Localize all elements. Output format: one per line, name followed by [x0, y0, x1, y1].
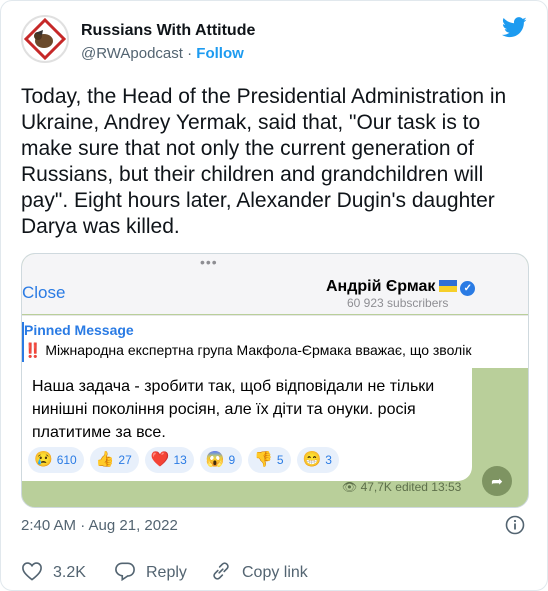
reply-button[interactable]: Reply — [114, 561, 187, 582]
edited-time: edited 13:53 — [395, 480, 462, 494]
close-button: Close — [22, 283, 66, 302]
share-arrow-icon: ➦ — [482, 466, 512, 496]
tweet-timestamp[interactable]: 2:40 AM · Aug 21, 2022 — [21, 517, 178, 534]
tweet-card: Russians With Attitude @RWApodcast · Fol… — [0, 0, 548, 591]
like-count: 3.2K — [53, 564, 86, 581]
ukraine-flag-icon — [439, 280, 458, 292]
telegram-header: ••• Close Андрій Єрмак ✓ 60 923 subscribe… — [22, 254, 528, 314]
message-meta: 👁 47,7K edited 13:53 — [342, 480, 461, 494]
drag-handle-icon: ••• — [200, 254, 218, 270]
channel-title: Андрій Єрмак ✓ — [326, 278, 476, 296]
pinned-message-bar: Pinned Message ‼️ Міжнародна експертна г… — [22, 315, 528, 368]
follow-button[interactable]: Follow — [196, 45, 244, 62]
pinned-text: ‼️ Міжнародна експертна група Макфола-Єр… — [24, 342, 472, 358]
pinned-title: Pinned Message — [24, 322, 134, 338]
eye-icon: 👁 — [342, 480, 358, 494]
author-handle-row: @RWApodcast · Follow — [81, 45, 244, 62]
verified-badge-icon: ✓ — [460, 281, 476, 296]
copy-link-button[interactable]: Copy link — [210, 561, 308, 582]
telegram-screenshot-media[interactable]: ••• Close Андрій Єрмак ✓ 60 923 subscribe… — [21, 253, 529, 508]
copy-link-label: Copy link — [242, 564, 308, 581]
info-icon[interactable] — [505, 515, 525, 540]
author-handle[interactable]: @RWApodcast — [81, 45, 183, 62]
handle-separator: · — [187, 45, 193, 62]
link-icon — [213, 562, 229, 580]
heart-icon — [22, 562, 42, 581]
view-count: 47,7K — [360, 480, 392, 494]
subscriber-count: 60 923 subscribers — [347, 296, 449, 310]
tweet-text: Today, the Head of the Presidential Admi… — [21, 85, 507, 238]
reaction-thumbs-down: 👎 5 — [248, 447, 291, 473]
reaction-cry: 😢 610 — [28, 447, 84, 473]
reaction-thumbs-up: 👍 27 — [89, 447, 139, 473]
message-bubble: Наша задача - зробити так, щоб відповіда… — [22, 367, 472, 481]
like-button[interactable]: 3.2K — [21, 561, 86, 582]
reply-label: Reply — [146, 564, 187, 581]
twitter-bird-icon[interactable] — [501, 17, 527, 43]
reaction-heart: ❤️ 13 — [144, 447, 194, 473]
reactions-row: 😢 610 👍 27 ❤️ 13 😱 9 👎 5 😁 3 — [28, 447, 345, 475]
reaction-grin: 😁 3 — [296, 447, 339, 473]
avatar[interactable] — [21, 15, 69, 63]
reply-bubble-icon — [115, 562, 135, 582]
reaction-scream: 😱 9 — [199, 447, 243, 473]
channel-name: Андрій Єрмак — [326, 278, 436, 295]
message-text: Наша задача - зробити так, щоб відповіда… — [32, 378, 435, 441]
author-name[interactable]: Russians With Attitude — [81, 22, 255, 40]
